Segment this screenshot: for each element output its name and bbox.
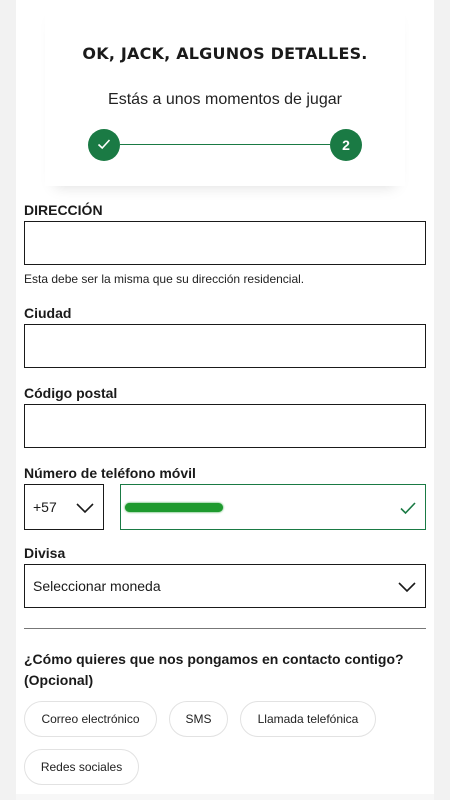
bottom-edge	[16, 794, 434, 800]
chevron-down-icon	[75, 498, 95, 521]
postal-code-label: Código postal	[24, 385, 118, 401]
phone-prefix-value: +57	[33, 499, 57, 515]
contact-option-label: Redes sociales	[40, 760, 123, 774]
contact-option-label: SMS	[185, 712, 212, 726]
chevron-down-icon	[397, 577, 417, 600]
contact-option-email[interactable]: Correo electrónico	[24, 701, 157, 737]
postal-code-input[interactable]	[24, 404, 426, 448]
left-gutter	[0, 0, 16, 800]
progress-stepper: 2	[88, 129, 362, 161]
phone-label: Número de teléfono móvil	[24, 465, 196, 481]
currency-select-value: Seleccionar moneda	[33, 578, 161, 594]
page-title: OK, JACK, ALGUNOS DETALLES.	[82, 44, 368, 63]
right-gutter	[434, 0, 450, 800]
contact-question: ¿Cómo quieres que nos pongamos en contac…	[24, 651, 404, 688]
address-label: DIRECCIÓN	[24, 202, 103, 218]
address-input[interactable]	[24, 221, 426, 265]
redacted-phone-number	[125, 503, 223, 512]
check-icon	[96, 136, 112, 155]
contact-option-phone-call[interactable]: Llamada telefónica	[240, 701, 376, 737]
phone-prefix-select[interactable]: +57	[24, 484, 104, 530]
contact-option-social[interactable]: Redes sociales	[24, 749, 139, 785]
currency-label: Divisa	[24, 545, 66, 561]
contact-option-sms[interactable]: SMS	[169, 701, 228, 737]
city-input[interactable]	[24, 324, 426, 368]
stepper-line	[120, 144, 330, 145]
check-icon	[399, 499, 417, 522]
contact-option-label: Correo electrónico	[41, 712, 140, 726]
contact-option-label: Llamada telefónica	[257, 712, 359, 726]
step-2-current: 2	[330, 129, 362, 161]
currency-select[interactable]: Seleccionar moneda	[24, 564, 426, 608]
city-label: Ciudad	[24, 305, 72, 321]
address-hint: Esta debe ser la misma que su dirección …	[24, 272, 305, 286]
registration-page: OK, JACK, ALGUNOS DETALLES. Estás a unos…	[0, 0, 450, 800]
page-subtitle: Estás a unos momentos de jugar	[108, 91, 342, 108]
section-divider	[24, 628, 426, 629]
step-1-complete	[88, 129, 120, 161]
phone-number-input[interactable]	[120, 484, 426, 530]
